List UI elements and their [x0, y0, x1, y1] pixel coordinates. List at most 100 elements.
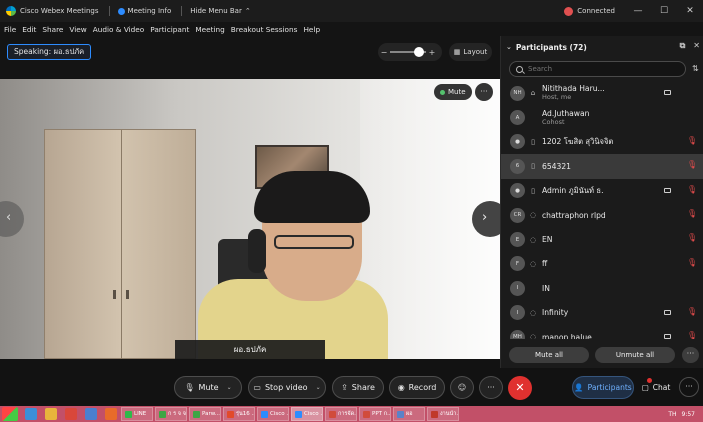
taskbar-app[interactable]: PPT ก...	[359, 407, 391, 421]
taskbar-app[interactable]: ผอ	[393, 407, 425, 421]
clock[interactable]: 9:57	[682, 411, 695, 418]
taskbar-app[interactable]: การจัด...	[325, 407, 357, 421]
language-indicator[interactable]: TH	[668, 411, 676, 418]
zoom-in-icon[interactable]: +	[426, 48, 438, 57]
participants-toggle-button[interactable]: 👤 Participants	[572, 376, 634, 399]
reactions-button[interactable]: ☺	[450, 376, 474, 399]
chevron-down-icon[interactable]: ⌄	[316, 384, 321, 391]
participant-row[interactable]: A Ad.Juthawan Cohost	[501, 105, 703, 129]
os-taskbar: LINE ก ร จ จ Parw... รุ่น16 ... Cisco ... Cis…	[0, 406, 703, 422]
participant-row[interactable]: I ◌ Infinity 🎙	[501, 301, 703, 325]
app-icon[interactable]	[105, 408, 117, 420]
taskbar-app[interactable]: งานนำ...	[427, 407, 459, 421]
menu-participant[interactable]: Participant	[150, 25, 189, 34]
participant-row[interactable]: ● ▯ Admin ภูมินันท์ ธ. 🎙	[501, 179, 703, 203]
menu-view[interactable]: View	[69, 25, 86, 34]
minimize-button[interactable]: —	[625, 0, 651, 22]
title-divider	[108, 6, 110, 16]
meeting-info-button[interactable]: Meeting Info	[117, 7, 172, 15]
connection-status[interactable]: Connected	[564, 6, 615, 16]
participant-row[interactable]: 6 ▯ 654321 🎙	[501, 154, 703, 179]
start-button[interactable]	[2, 407, 18, 421]
menu-breakout-sessions[interactable]: Breakout Sessions	[231, 25, 298, 34]
close-window-button[interactable]: ✕	[677, 0, 703, 22]
info-icon	[117, 7, 125, 15]
taskbar-app[interactable]: รุ่น16 ...	[223, 407, 255, 421]
speaker-nameplate: ผอ.ธปภัค	[175, 340, 325, 359]
menu-help[interactable]: Help	[303, 25, 320, 34]
search-input[interactable]	[528, 65, 678, 73]
taskbar-app[interactable]: Parw...	[189, 407, 221, 421]
taskbar-app[interactable]: LINE	[121, 407, 153, 421]
participant-role: Cohost	[542, 117, 565, 126]
app-icon	[329, 410, 336, 418]
meeting-info-label: Meeting Info	[127, 7, 172, 15]
video-mute-button[interactable]: Mute	[434, 84, 472, 100]
video-stage[interactable]: Mute ··· ‹ › ผอ.ธปภัค	[0, 79, 500, 359]
taskbar-app[interactable]: ก ร จ จ	[155, 407, 187, 421]
muted-mic-icon[interactable]: 🎙	[687, 209, 697, 218]
muted-mic-icon[interactable]: 🎙	[687, 136, 697, 145]
popout-icon[interactable]: ⧉	[680, 41, 686, 51]
participant-row[interactable]: ● ▯ 1202 โฆสิต สุวินิจจิต 🎙	[501, 130, 703, 154]
menu-share[interactable]: Share	[42, 25, 63, 34]
muted-mic-icon[interactable]: 🎙	[687, 307, 697, 316]
sort-icon[interactable]: ⇅	[692, 64, 699, 73]
device-icon: ⌂	[530, 89, 536, 98]
next-video-button[interactable]: ›	[472, 201, 500, 237]
browser-icon[interactable]	[25, 408, 37, 420]
participant-row[interactable]: NH ⌂ Nitithada Haru... Host, me	[501, 81, 703, 105]
chat-button[interactable]: ▢ Chat	[636, 376, 676, 399]
taskbar-app[interactable]: Cisco ...	[291, 407, 323, 421]
zoom-slider[interactable]	[390, 47, 426, 57]
panel-more-button[interactable]: ···	[679, 377, 699, 397]
word-icon[interactable]	[85, 408, 97, 420]
muted-mic-icon[interactable]: 🎙	[687, 185, 697, 194]
participant-row[interactable]: CR ◌ chattraphon rlpd 🎙	[501, 203, 703, 227]
video-more-button[interactable]: ···	[475, 83, 493, 101]
muted-mic-icon[interactable]: 🎙	[687, 331, 697, 339]
menu-meeting[interactable]: Meeting	[195, 25, 224, 34]
device-icon: ◌	[529, 308, 537, 317]
participants-header: ⌄ Participants (72) ⧉ ✕	[501, 36, 703, 58]
muted-mic-icon[interactable]: 🎙	[687, 160, 697, 169]
participants-title: Participants (72)	[515, 42, 587, 52]
muted-mic-icon[interactable]: 🎙	[687, 258, 697, 267]
muted-mic-icon[interactable]: 🎙	[687, 233, 697, 242]
share-label: Share	[351, 383, 375, 392]
share-button[interactable]: ⇪ Share	[332, 376, 384, 399]
stop-video-button[interactable]: ▭ Stop video ⌄	[248, 376, 326, 399]
leave-meeting-button[interactable]: ✕	[508, 376, 532, 400]
participants-more-button[interactable]: ···	[682, 347, 699, 363]
collapse-chevron-icon[interactable]: ⌄	[506, 43, 512, 51]
more-options-button[interactable]: ···	[479, 376, 503, 399]
folder-icon[interactable]	[45, 408, 57, 420]
participants-icon: 👤	[574, 383, 584, 392]
menu-file[interactable]: File	[4, 25, 16, 34]
participant-row[interactable]: E ◌ EN 🎙	[501, 227, 703, 251]
device-icon: ▯	[531, 162, 535, 171]
chevron-down-icon[interactable]: ⌄	[227, 384, 232, 391]
participant-row[interactable]: F ◌ ff 🎙	[501, 252, 703, 276]
menu-audio-video[interactable]: Audio & Video	[93, 25, 145, 34]
mute-all-button[interactable]: Mute all	[509, 347, 589, 363]
mute-button[interactable]: 🎙 Mute ⌄	[174, 376, 242, 399]
layout-button[interactable]: ▦ Layout	[449, 43, 492, 61]
zoom-out-icon[interactable]: −	[378, 48, 390, 57]
chevron-right-icon: ›	[482, 210, 488, 225]
close-panel-icon[interactable]: ✕	[693, 41, 700, 51]
hide-menu-bar-button[interactable]: Hide Menu Bar ⌃	[190, 7, 250, 15]
avatar: CR	[510, 207, 525, 223]
maximize-button[interactable]: ☐	[651, 0, 677, 22]
avatar: MH	[510, 329, 525, 339]
participant-row[interactable]: MH ◌ manop halue 🎙	[501, 325, 703, 339]
unmute-all-button[interactable]: Unmute all	[595, 347, 675, 363]
zoom-slider-handle[interactable]	[414, 47, 424, 57]
participant-row[interactable]: I IN	[501, 276, 703, 300]
record-button[interactable]: ◉ Record	[389, 376, 445, 399]
menu-edit[interactable]: Edit	[22, 25, 36, 34]
taskbar-app[interactable]: Cisco ...	[257, 407, 289, 421]
media-icon[interactable]	[65, 408, 77, 420]
avatar: ●	[510, 134, 525, 150]
connection-status-icon	[564, 6, 574, 16]
